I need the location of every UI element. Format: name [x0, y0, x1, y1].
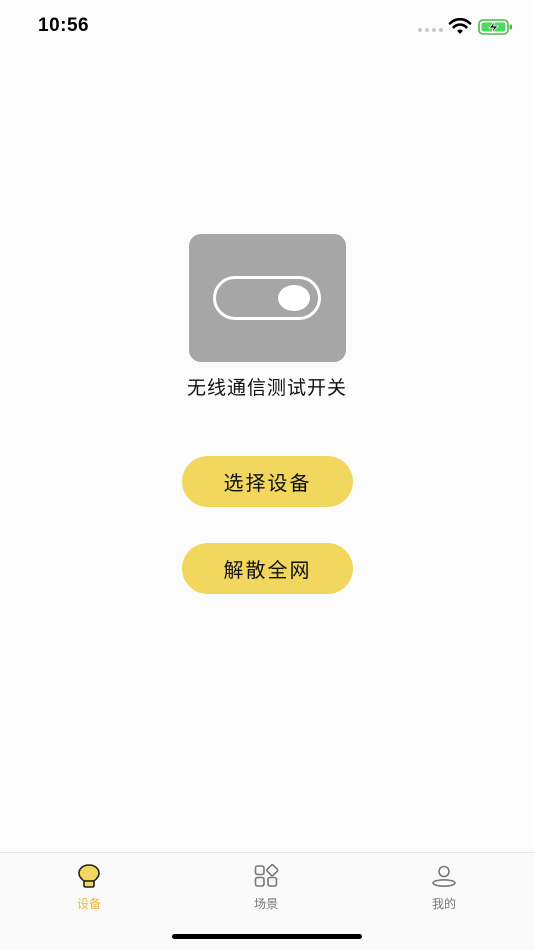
tab-devices-label: 设备 [76, 897, 101, 911]
device-title: 无线通信测试开关 [186, 377, 347, 399]
toggle-knob [278, 285, 310, 311]
bulb-icon [78, 864, 100, 888]
tab-mine-label: 我的 [431, 897, 456, 911]
tab-mine[interactable]: 我的 [384, 863, 504, 915]
profile-icon [432, 865, 456, 887]
tab-devices[interactable]: 设备 [29, 863, 149, 915]
status-bar: 10:56 [0, 0, 534, 52]
tab-scenes-label: 场景 [253, 897, 278, 911]
status-time: 10:56 [38, 15, 90, 36]
cellular-signal-icon [418, 28, 443, 32]
device-card[interactable] [189, 234, 346, 362]
home-indicator[interactable] [172, 934, 362, 939]
scenes-grid-icon [254, 864, 279, 887]
tab-scenes[interactable]: 场景 [206, 863, 326, 915]
toggle-switch-icon [213, 276, 321, 320]
select-device-button[interactable]: 选择设备 [182, 456, 353, 507]
battery-charging-icon [478, 19, 512, 35]
dissolve-network-button[interactable]: 解散全网 [182, 543, 353, 594]
wifi-icon [448, 18, 472, 34]
app-screen: 10:56 无线通信测试开关 选择设备 解散全网 设备 场景 我的 [0, 0, 534, 950]
